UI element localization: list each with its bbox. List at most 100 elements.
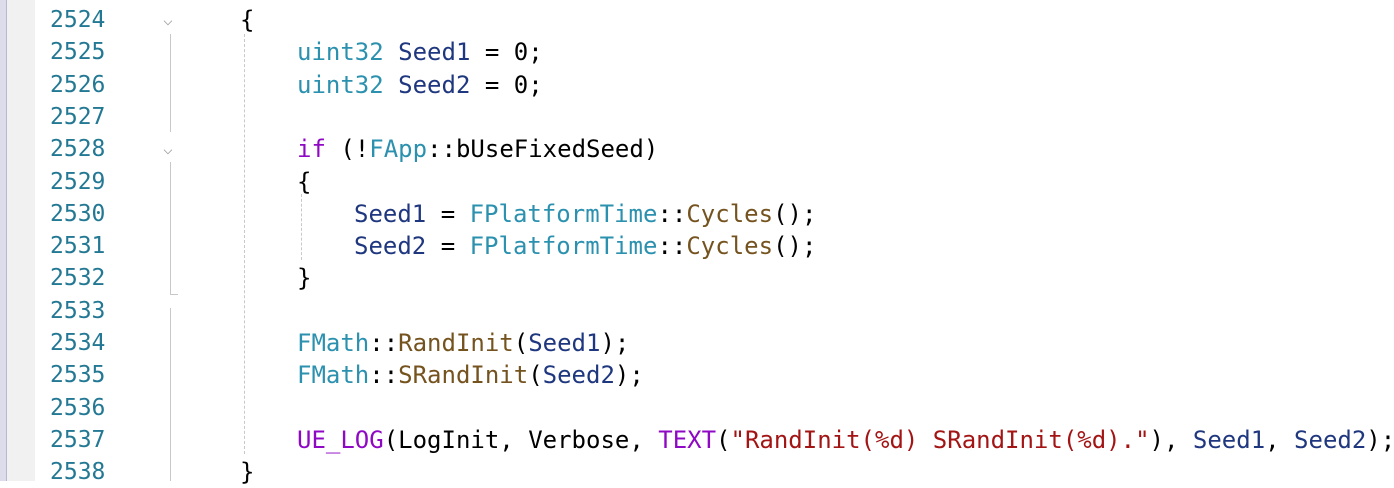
code-token: FMath: [297, 361, 370, 390]
code-text: Seed2 = FPlatformTime::Cycles();: [354, 230, 816, 262]
code-token: }: [240, 458, 255, 487]
code-token: Seed2: [1294, 425, 1367, 454]
code-text: {: [240, 4, 254, 36]
line-number: 2532: [50, 265, 106, 292]
code-token: Seed1: [528, 329, 601, 357]
chevron-down-icon[interactable]: ⌵: [158, 133, 178, 165]
code-line[interactable]: 2534 FMath::RandInit(Seed1);: [0, 327, 1394, 359]
line-number: 2527: [50, 103, 106, 130]
code-text: FMath::SRandInit(Seed2);: [297, 359, 644, 391]
line-number: 2538: [50, 459, 106, 486]
code-token: Seed1: [354, 199, 427, 228]
line-number: 2536: [50, 394, 106, 421]
code-token: uint32: [297, 38, 384, 67]
code-text: uint32 Seed2 = 0;: [297, 69, 543, 101]
code-token: ();: [773, 232, 817, 261]
code-token: ::: [427, 135, 456, 164]
fold-region-end: [170, 294, 178, 295]
line-number: 2537: [50, 426, 106, 453]
code-token: TEXT: [658, 425, 717, 454]
code-token: {: [240, 6, 255, 34]
code-line[interactable]: 2529 {: [0, 166, 1394, 198]
code-token: SRandInit: [398, 361, 529, 390]
line-number: 2535: [50, 362, 106, 389]
code-text: Seed1 = FPlatformTime::Cycles();: [354, 198, 816, 230]
code-token: Seed1: [398, 38, 471, 67]
code-token: if: [297, 135, 326, 164]
code-token: (: [528, 361, 543, 390]
code-token: ::: [657, 232, 687, 261]
code-token: ::: [369, 361, 399, 390]
code-token: UE_LOG: [297, 425, 384, 454]
code-token: );: [600, 329, 630, 357]
code-token: Seed2: [354, 232, 427, 261]
code-token: Seed2: [542, 361, 615, 390]
code-token: );: [1366, 425, 1394, 454]
code-token: = 0;: [470, 38, 543, 67]
indent-guide: [244, 34, 245, 454]
code-line[interactable]: 2528 ⌵ if (!FApp::bUseFixedSeed): [0, 133, 1394, 165]
code-line[interactable]: 2531 Seed2 = FPlatformTime::Cycles();: [0, 230, 1394, 262]
code-text: {: [297, 166, 311, 198]
chevron-down-icon[interactable]: ⌵: [158, 4, 178, 36]
code-line[interactable]: 2530 Seed1 = FPlatformTime::Cycles();: [0, 198, 1394, 230]
code-token: = 0;: [470, 70, 543, 99]
code-token: ): [643, 135, 659, 164]
code-token: (!: [325, 135, 370, 164]
line-number: 2534: [50, 330, 106, 356]
code-token: ::: [369, 329, 399, 357]
code-line[interactable]: 2524 ⌵ {: [0, 4, 1394, 36]
line-number: 2526: [50, 71, 106, 98]
fold-region-line: [170, 34, 171, 132]
code-token: (LogInit, Verbose,: [383, 425, 659, 454]
line-number: 2530: [50, 200, 106, 227]
code-token: );: [614, 361, 644, 390]
code-text: uint32 Seed1 = 0;: [297, 36, 543, 68]
code-token: bUseFixedSeed: [455, 135, 644, 164]
line-number: 2531: [50, 233, 106, 260]
code-token: Seed1: [1192, 425, 1266, 454]
code-text: }: [240, 456, 254, 488]
code-text: if (!FApp::bUseFixedSeed): [297, 133, 658, 165]
code-token: ::: [657, 199, 687, 228]
code-text: }: [297, 262, 311, 294]
fold-region-line: [170, 162, 171, 294]
line-number: 2525: [50, 39, 106, 66]
code-token: }: [297, 264, 312, 293]
code-token: Cycles: [686, 199, 774, 228]
code-line[interactable]: 2535 FMath::SRandInit(Seed2);: [0, 359, 1394, 391]
code-token: ),: [1149, 425, 1193, 454]
code-text: UE_LOG(LogInit, Verbose, TEXT("RandInit(…: [297, 424, 1394, 456]
code-token: uint32: [297, 70, 384, 99]
code-token: FApp: [369, 135, 428, 164]
line-number: 2533: [50, 297, 106, 324]
code-token: Seed2: [398, 70, 471, 99]
code-line[interactable]: 2538}: [0, 456, 1394, 488]
code-line[interactable]: 2536: [0, 392, 1394, 424]
code-line[interactable]: 2532}: [0, 262, 1394, 294]
code-token: "RandInit(%d) SRandInit(%d).": [730, 425, 1150, 454]
code-token: ();: [773, 199, 817, 228]
code-line[interactable]: 2526 uint32 Seed2 = 0;: [0, 69, 1394, 101]
code-line[interactable]: 2527: [0, 101, 1394, 133]
code-line[interactable]: 2537 UE_LOG(LogInit, Verbose, TEXT("RandI…: [0, 424, 1394, 456]
code-token: FMath: [297, 329, 370, 357]
code-token: Cycles: [686, 232, 774, 261]
code-token: =: [426, 232, 470, 261]
fold-region-line: [170, 308, 171, 481]
line-number: 2524: [50, 7, 106, 33]
indent-guide: [301, 194, 302, 260]
code-token: FPlatformTime: [469, 232, 658, 261]
code-token: (: [513, 329, 529, 357]
code-token: FPlatformTime: [469, 199, 658, 228]
code-token: =: [426, 199, 470, 228]
code-line[interactable]: 2533: [0, 295, 1394, 327]
code-token: {: [297, 167, 312, 196]
line-number: 2528: [50, 136, 106, 163]
code-token: RandInit: [398, 329, 514, 357]
code-token: ,: [1265, 425, 1295, 454]
code-line[interactable]: 2525 uint32 Seed1 = 0;: [0, 36, 1394, 68]
code-text: FMath::RandInit(Seed1);: [297, 327, 629, 359]
